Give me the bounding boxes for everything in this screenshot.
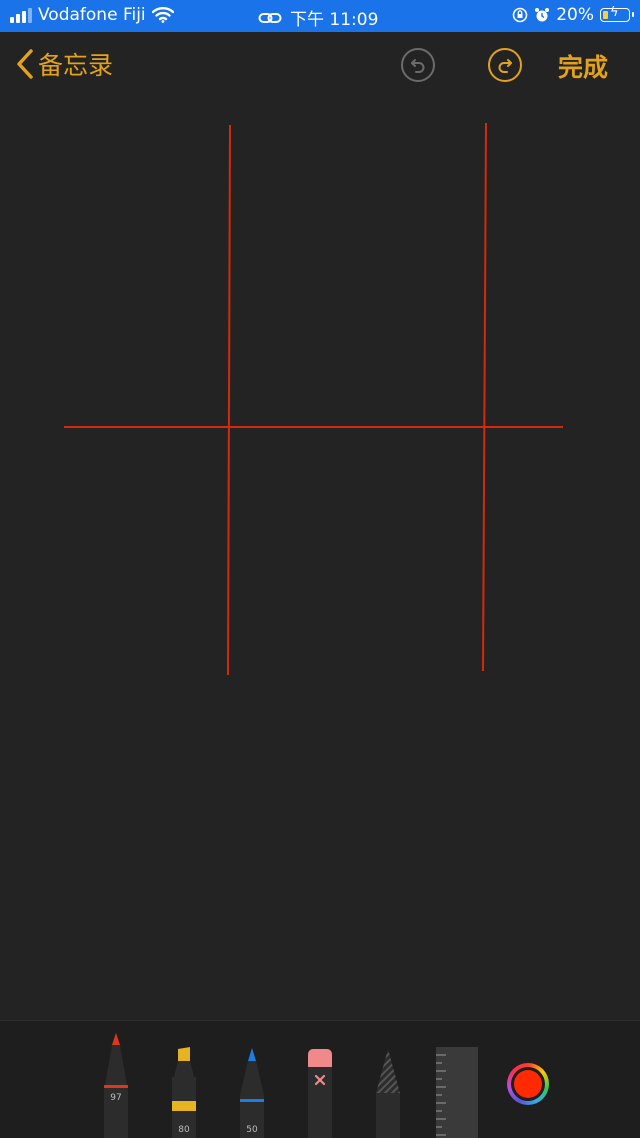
battery-percent: 20% xyxy=(556,5,594,25)
undo-button[interactable] xyxy=(401,48,435,82)
ruler-icon xyxy=(436,1047,478,1138)
undo-icon xyxy=(411,59,425,73)
eraser-icon xyxy=(308,1049,332,1138)
pen-icon xyxy=(104,1033,128,1138)
battery-icon: ϟ xyxy=(600,5,634,22)
alarm-icon xyxy=(535,8,550,22)
pencil-tool[interactable]: 50 xyxy=(237,1047,267,1138)
marker-width-label: 80 xyxy=(178,1125,190,1135)
tool-palette: 97 80 50 xyxy=(0,1020,640,1138)
ruler-tool[interactable] xyxy=(436,1047,478,1138)
link-icon xyxy=(258,12,282,23)
carrier-name: Vodafone Fiji xyxy=(38,5,146,25)
clock: 下午 11:09 xyxy=(290,10,379,30)
drawing-canvas[interactable] xyxy=(0,100,640,1020)
selected-color-swatch xyxy=(514,1070,542,1098)
marker-tool[interactable]: 80 xyxy=(169,1047,199,1138)
back-button[interactable]: 备忘录 xyxy=(16,46,113,82)
nav-bar: 备忘录 完成 xyxy=(0,32,640,100)
wifi-icon xyxy=(151,7,174,23)
lasso-tool[interactable] xyxy=(373,1047,403,1138)
back-label: 备忘录 xyxy=(38,51,114,80)
drawing-screen: Vodafone Fiji 下午 11:09 20% ϟ 备忘录 完成 97 8… xyxy=(0,0,640,1138)
cellular-signal-icon xyxy=(10,7,32,23)
status-left: Vodafone Fiji xyxy=(10,5,174,25)
status-center: 下午 11:09 xyxy=(258,5,378,30)
drawn-stroke xyxy=(227,124,231,676)
redo-button[interactable] xyxy=(488,48,522,82)
chevron-left-icon xyxy=(17,49,33,79)
pen-width-label: 97 xyxy=(110,1093,122,1103)
done-button[interactable]: 完成 xyxy=(558,48,608,84)
drawn-stroke xyxy=(482,122,487,672)
pencil-width-label: 50 xyxy=(246,1125,258,1135)
battery-fill xyxy=(603,11,608,19)
status-right: 20% ϟ xyxy=(512,5,634,25)
color-picker-button[interactable] xyxy=(507,1063,549,1105)
eraser-tool[interactable] xyxy=(305,1047,335,1138)
redo-icon xyxy=(498,59,512,73)
lasso-icon xyxy=(376,1049,400,1138)
pen-tool[interactable]: 97 xyxy=(101,1031,131,1138)
charging-bolt-icon: ϟ xyxy=(610,5,619,20)
status-bar: Vodafone Fiji 下午 11:09 20% ϟ xyxy=(0,0,640,32)
orientation-lock-icon xyxy=(512,7,528,23)
